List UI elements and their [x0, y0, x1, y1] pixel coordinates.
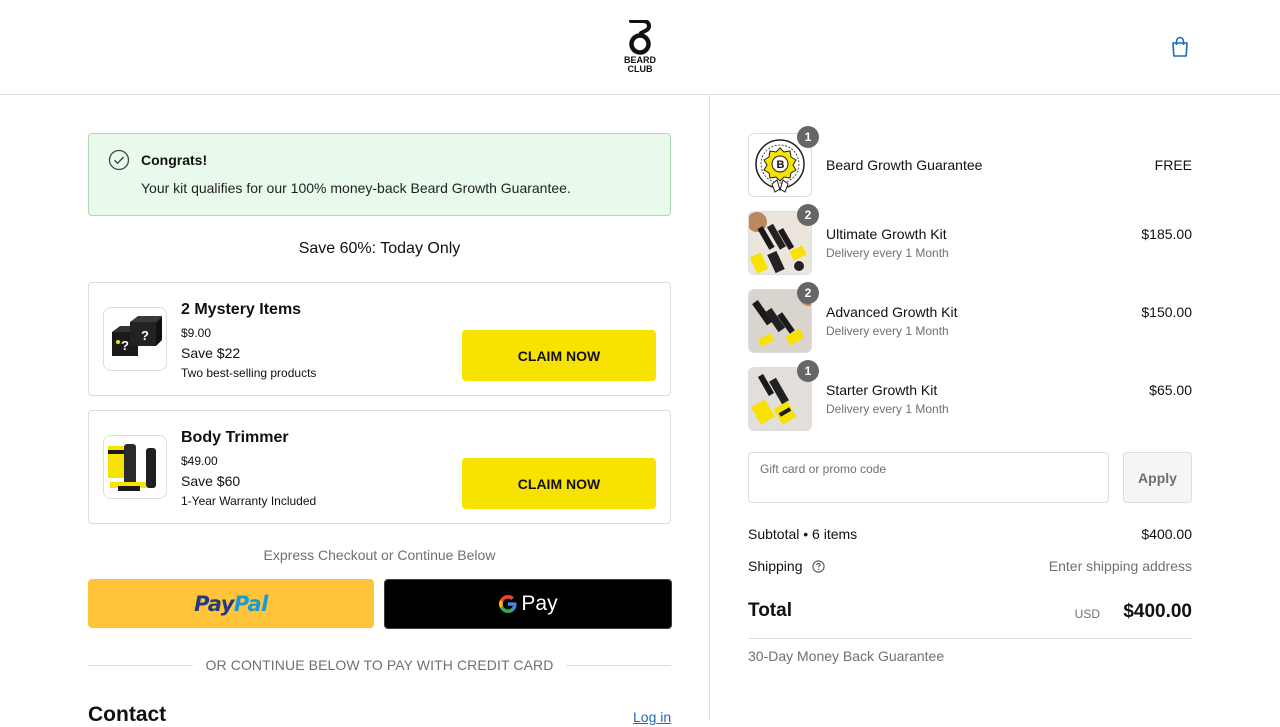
upsell-headline: Save 60%: Today Only	[298, 240, 461, 257]
congrats-title: Congrats!	[141, 152, 208, 168]
logo-text-club: CLUB	[627, 64, 653, 74]
summary-divider	[748, 638, 1192, 639]
beard-club-logo[interactable]: BEARD CLUB	[622, 20, 658, 74]
total-row: Total USD $400.00	[748, 600, 1192, 622]
google-g-icon	[499, 595, 517, 613]
item-price: $65.00	[1149, 382, 1192, 398]
question-circle-icon[interactable]	[812, 560, 826, 573]
item-delivery-frequency: Delivery every 1 Month	[826, 402, 949, 416]
site-header: BEARD CLUB	[0, 0, 1280, 95]
claim-now-button[interactable]: CLAIM NOW	[462, 330, 656, 381]
order-item: B 1 Beard Growth Guarantee FREE	[748, 126, 1192, 197]
quantity-badge: 2	[797, 204, 819, 226]
congrats-banner: Congrats! Your kit qualifies for our 100…	[88, 133, 671, 216]
item-delivery-frequency: Delivery every 1 Month	[826, 246, 949, 260]
contact-heading: Contact	[88, 703, 167, 726]
currency-code: USD	[1074, 607, 1100, 621]
item-price: FREE	[1154, 157, 1192, 173]
paypal-logo-text-1: Pay	[194, 591, 234, 616]
offer-note: Two best-selling products	[181, 366, 317, 380]
svg-text:?: ?	[141, 328, 149, 343]
item-name: Beard Growth Guarantee	[826, 157, 983, 173]
subtotal-row: Subtotal • 6 items $400.00	[748, 526, 1192, 542]
google-pay-label: Pay	[521, 592, 558, 615]
offer-price: $9.00	[181, 326, 212, 340]
claim-now-button[interactable]: CLAIM NOW	[462, 458, 656, 509]
promo-code-input[interactable]: Gift card or promo code	[748, 452, 1109, 503]
money-back-guarantee-text: 30-Day Money Back Guarantee	[748, 648, 945, 664]
offer-savings: Save $60	[181, 473, 241, 489]
beard-club-logo-icon	[629, 20, 652, 55]
order-item: 1 Starter Growth Kit Delivery every 1 Mo…	[748, 360, 1192, 431]
item-delivery-frequency: Delivery every 1 Month	[826, 324, 949, 338]
upsell-offer-mystery-items: ? ? 2 Mystery Items $9.00 Save $22 Two b…	[88, 282, 671, 396]
shipping-label: Shipping	[748, 558, 803, 574]
quantity-badge: 1	[797, 126, 819, 148]
apply-button[interactable]: Apply	[1123, 452, 1192, 503]
svg-text:B: B	[777, 159, 785, 171]
paypal-button[interactable]: Pay Pal	[88, 579, 374, 628]
divider-line-right	[566, 664, 672, 666]
log-in-link[interactable]: Log in	[633, 709, 671, 725]
checkout-main: Congrats! Your kit qualifies for our 100…	[0, 95, 710, 726]
quantity-badge: 1	[797, 360, 819, 382]
offer-name: Body Trimmer	[181, 429, 289, 446]
offer-name: 2 Mystery Items	[181, 301, 302, 318]
credit-card-divider: OR CONTINUE BELOW TO PAY WITH CREDIT CAR…	[88, 657, 672, 673]
item-name: Starter Growth Kit	[826, 382, 938, 398]
body-trimmer-image	[103, 435, 167, 499]
divider-line-left	[88, 664, 193, 666]
shipping-value: Enter shipping address	[1048, 558, 1192, 574]
item-price: $185.00	[1141, 226, 1192, 242]
svg-text:?: ?	[121, 338, 129, 353]
offer-savings: Save $22	[181, 345, 241, 361]
order-item: 2 Ultimate Growth Kit Delivery every 1 M…	[748, 204, 1192, 275]
shipping-row: Shipping Enter shipping address	[748, 558, 1192, 574]
item-name: Advanced Growth Kit	[826, 304, 958, 320]
subtotal-label: Subtotal • 6 items	[748, 526, 858, 542]
shopping-bag-icon[interactable]	[1170, 36, 1190, 58]
quantity-badge: 2	[797, 282, 819, 304]
congrats-message: Your kit qualifies for our 100% money-ba…	[141, 180, 571, 196]
item-price: $150.00	[1141, 304, 1192, 320]
offer-price: $49.00	[181, 454, 218, 468]
paypal-logo-text-2: Pal	[233, 591, 268, 616]
order-item: 2 Advanced Growth Kit Delivery every 1 M…	[748, 282, 1192, 353]
check-circle-icon	[108, 149, 130, 171]
promo-code-placeholder: Gift card or promo code	[760, 462, 887, 476]
upsell-offer-body-trimmer: Body Trimmer $49.00 Save $60 1-Year Warr…	[88, 410, 671, 524]
divider-text: OR CONTINUE BELOW TO PAY WITH CREDIT CAR…	[205, 657, 554, 673]
subtotal-value: $400.00	[1141, 526, 1192, 542]
offer-note: 1-Year Warranty Included	[181, 494, 317, 508]
mystery-items-image: ? ?	[103, 307, 167, 371]
google-pay-button[interactable]: Pay	[384, 579, 672, 629]
item-name: Ultimate Growth Kit	[826, 226, 947, 242]
total-label: Total	[748, 600, 792, 621]
order-summary: B 1 Beard Growth Guarantee FREE 2 Ultima…	[710, 95, 1280, 720]
express-checkout-label: Express Checkout or Continue Below	[263, 547, 496, 563]
total-value: $400.00	[1123, 601, 1192, 622]
